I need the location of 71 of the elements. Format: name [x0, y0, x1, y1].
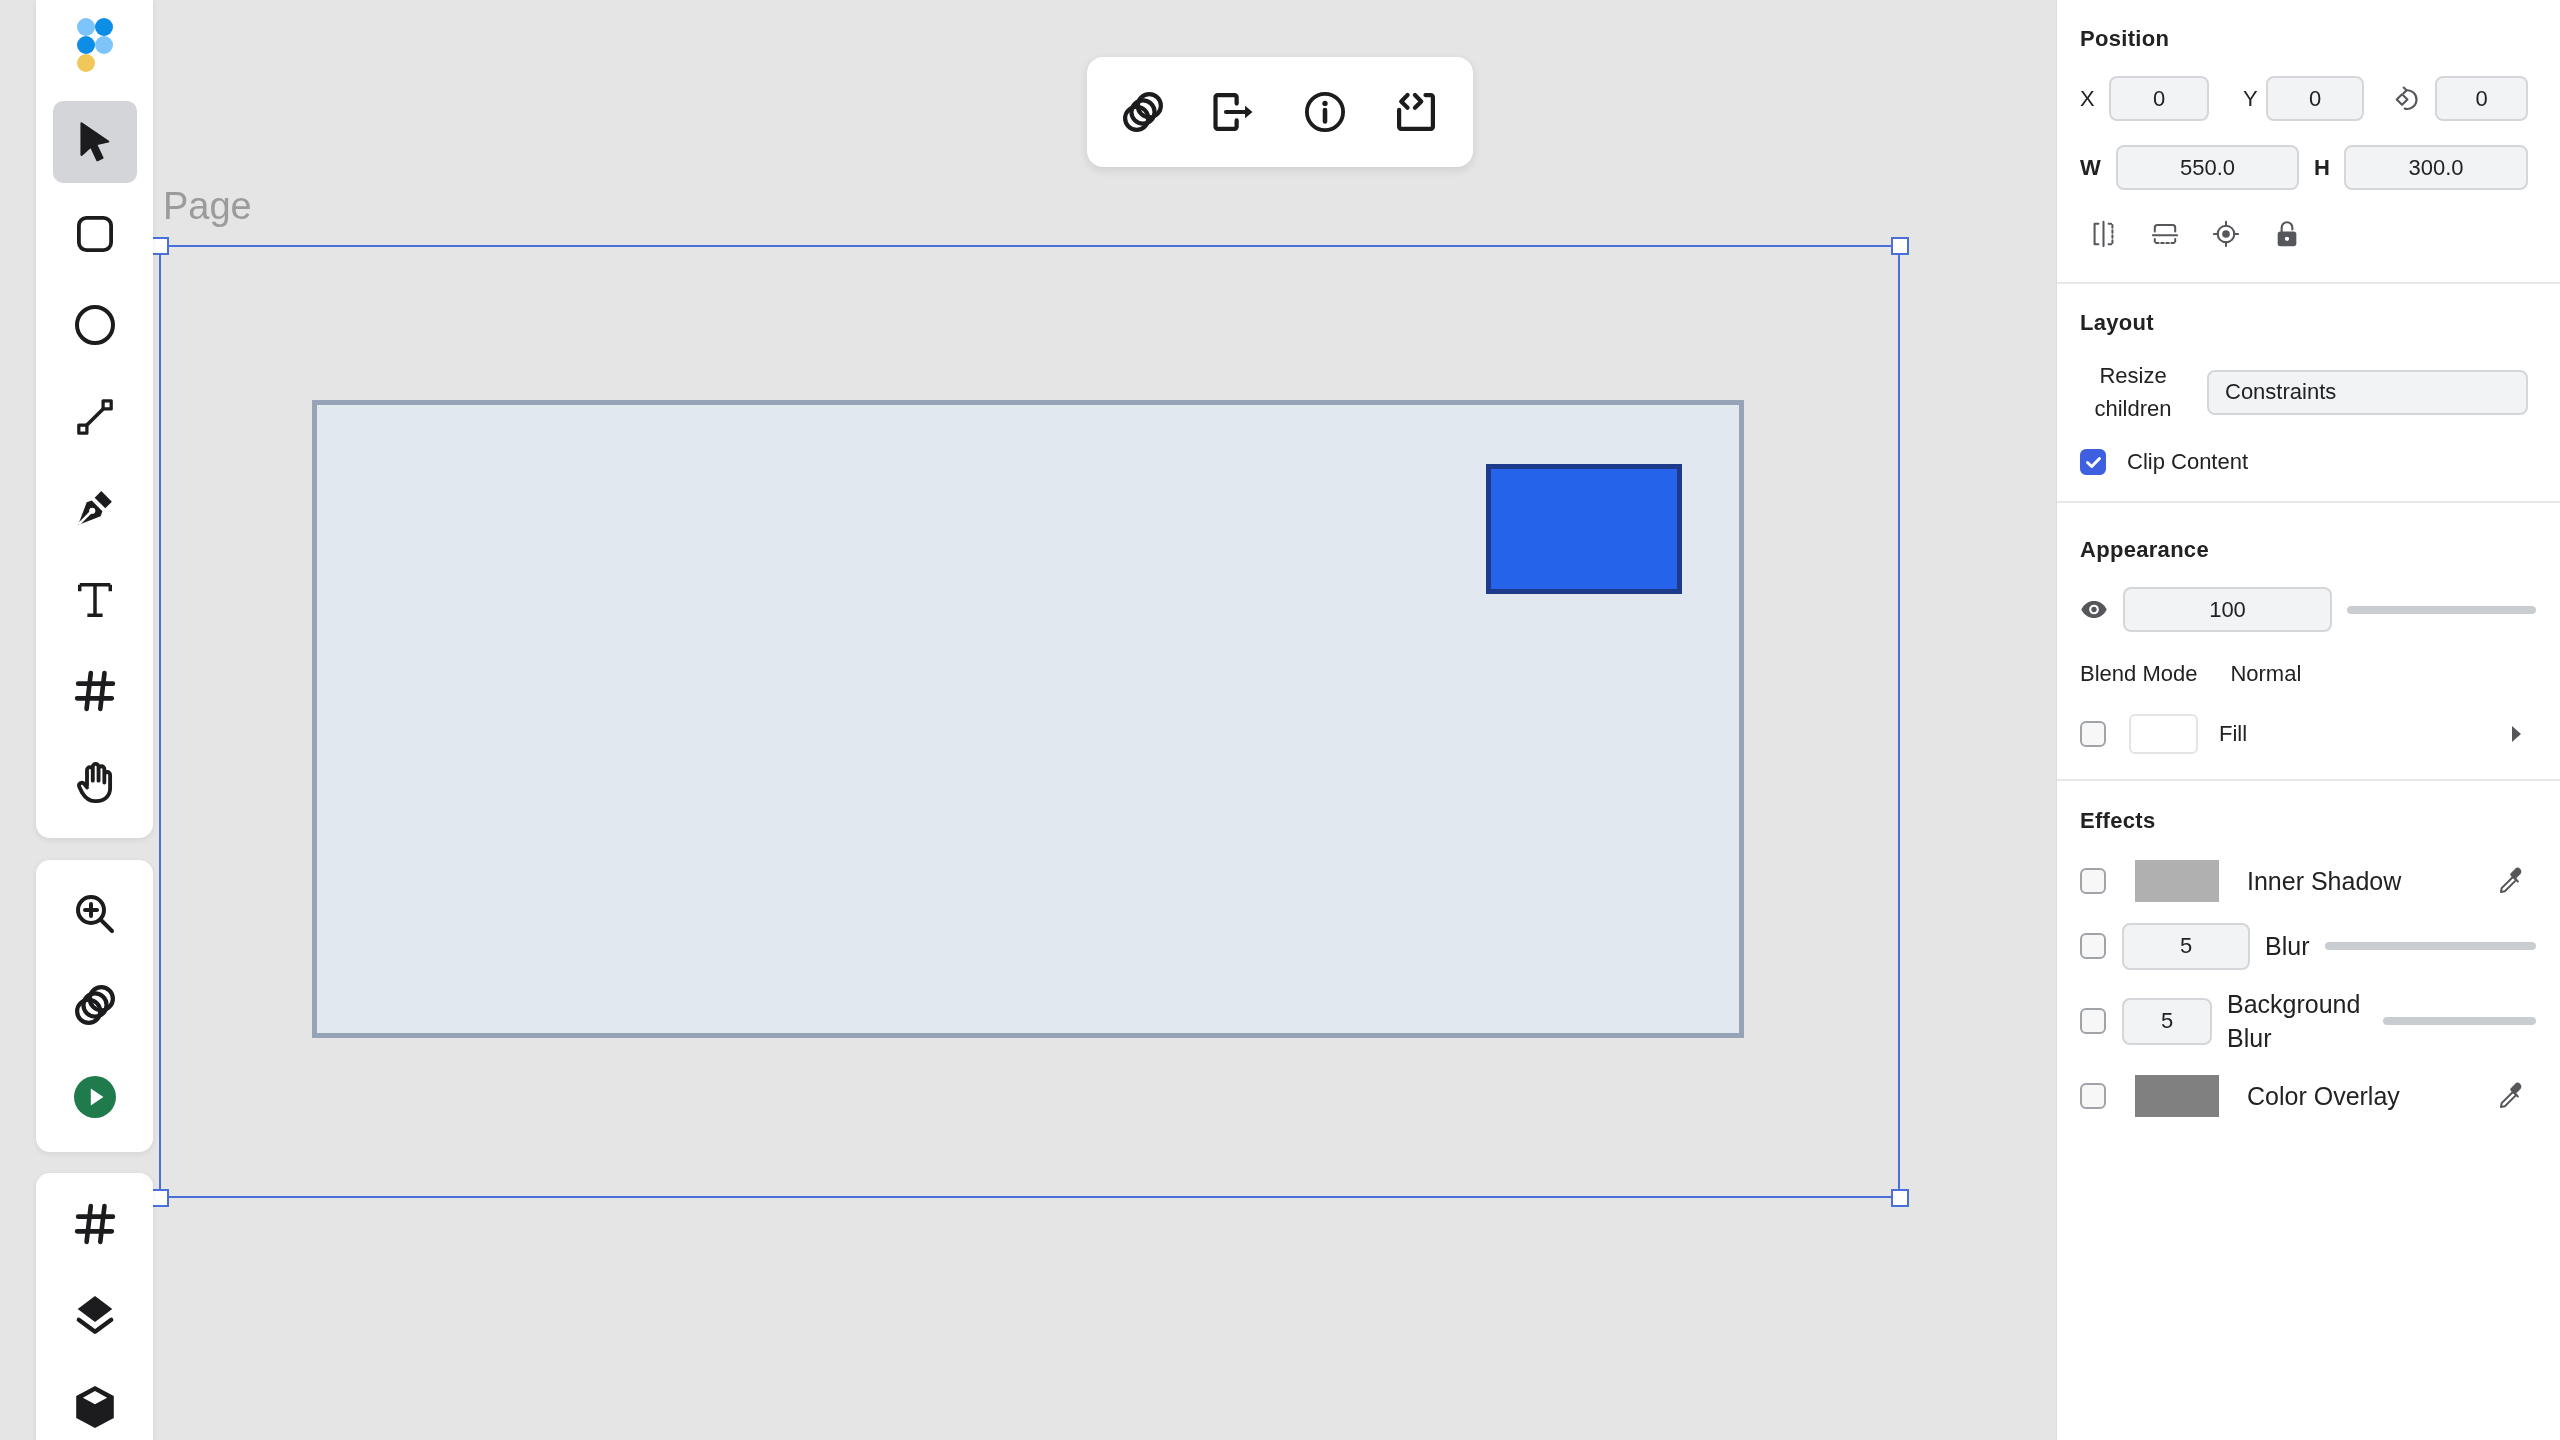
flip-horizontal-icon[interactable] [2093, 221, 2114, 247]
check-icon [2085, 456, 2101, 468]
zoom-in-icon [75, 894, 114, 933]
effect-label: Blur [2265, 931, 2310, 962]
cube-icon [75, 1385, 114, 1428]
x-input[interactable]: 0 [2109, 76, 2209, 121]
effect-slider[interactable] [2325, 942, 2536, 950]
export-icon [1213, 93, 1255, 131]
hash-icon [74, 671, 115, 711]
flip-vertical-icon[interactable] [2151, 224, 2178, 244]
color-swatch[interactable] [2135, 860, 2219, 902]
rotate-icon [2395, 86, 2419, 111]
rotation-input[interactable]: 0 [2435, 76, 2528, 121]
checkbox[interactable] [2080, 449, 2106, 475]
select-tool-button[interactable] [52, 101, 137, 183]
fill-label: Fill [2219, 721, 2248, 747]
checkbox[interactable] [2080, 721, 2106, 747]
cursor-icon [79, 122, 110, 162]
eyedropper-icon[interactable] [2500, 1084, 2524, 1108]
opacity-input[interactable]: 100 [2123, 587, 2332, 632]
fill-swatch[interactable] [2129, 714, 2198, 754]
checkbox[interactable] [2080, 1008, 2106, 1034]
section-title: Layout [2080, 310, 2155, 336]
target-icon[interactable] [2212, 221, 2239, 247]
circle-icon [74, 305, 115, 345]
section-title: Effects [2080, 808, 2157, 834]
checkbox[interactable] [2080, 933, 2106, 959]
resize-mode-field[interactable]: Constraints [2207, 369, 2528, 415]
field-label: Blend Mode [2080, 661, 2198, 687]
line-icon [76, 398, 113, 435]
code-icon [1397, 93, 1435, 131]
color-swatch[interactable] [2135, 1075, 2219, 1117]
play-icon [73, 1075, 116, 1118]
rounded-square-icon [76, 215, 113, 252]
effect-value-input[interactable]: 5 [2122, 997, 2212, 1045]
effect-label: Inner Shadow [2247, 866, 2402, 897]
effect-value-input[interactable]: 5 [2122, 922, 2250, 970]
width-input[interactable]: 550.0 [2116, 145, 2299, 190]
y-input[interactable]: 0 [2266, 76, 2364, 121]
field-label: Resize children [2093, 362, 2173, 423]
height-input[interactable]: 300.0 [2344, 145, 2528, 190]
effect-label: Color Overlay [2247, 1081, 2400, 1112]
overlapping-circles-icon [74, 985, 115, 1025]
eye-icon[interactable] [2081, 601, 2107, 618]
resize-handle[interactable] [1891, 1189, 1909, 1207]
frame-name-label: Page [163, 186, 252, 226]
checkbox[interactable] [2080, 868, 2106, 894]
info-icon [1305, 92, 1345, 132]
blend-mode-select[interactable]: Normal [2230, 661, 2302, 687]
section-title: Position [2080, 26, 2171, 52]
overlapping-circles-icon [1123, 92, 1163, 132]
checkbox-label: Clip Content [2127, 449, 2249, 475]
caret-icon[interactable] [2512, 726, 2521, 742]
eyedropper-icon[interactable] [2500, 869, 2524, 893]
field-label: Y [2243, 85, 2258, 112]
section-title: Appearance [2080, 537, 2210, 563]
effect-label: Background Blur [2227, 989, 2362, 1054]
hash-icon [74, 1203, 115, 1244]
effect-slider[interactable] [2383, 1017, 2536, 1025]
lock-icon[interactable] [2276, 221, 2297, 247]
hand-icon [75, 762, 114, 803]
layers-icon [75, 1295, 114, 1335]
dots-logo-icon [76, 18, 113, 72]
resize-handle[interactable] [1891, 237, 1909, 255]
opacity-slider[interactable] [2347, 605, 2536, 614]
field-label: W [2080, 154, 2102, 181]
text-icon [77, 582, 112, 617]
field-label: X [2080, 85, 2095, 112]
checkbox[interactable] [2080, 1083, 2106, 1109]
field-label: H [2314, 154, 2330, 181]
pen-nib-icon [76, 490, 113, 526]
